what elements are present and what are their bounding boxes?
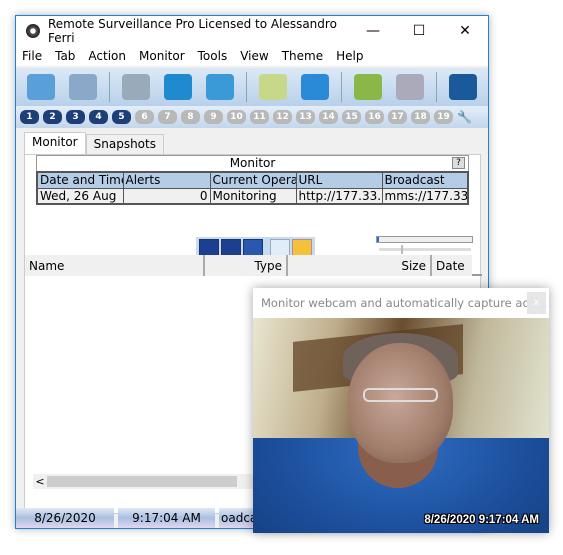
menu-tools[interactable]: Tools xyxy=(198,49,228,63)
close-button[interactable]: ✕ xyxy=(442,16,488,46)
help-button[interactable]: ? xyxy=(452,157,465,169)
webcam-popup: Monitor webcam and automatically capture… xyxy=(253,288,549,533)
menu-file[interactable]: File xyxy=(22,49,42,63)
col-size[interactable]: Size xyxy=(288,255,432,276)
col-name[interactable]: Name xyxy=(25,255,205,276)
cell-date: Wed, 26 Aug xyxy=(36,187,124,205)
toolbar-button[interactable] xyxy=(297,70,333,104)
app-icon xyxy=(26,24,40,38)
gears-icon xyxy=(396,74,424,100)
status-date: 8/26/2020 xyxy=(16,508,114,528)
monitor-number-4[interactable]: 4 xyxy=(89,110,108,124)
slider-thumb[interactable] xyxy=(401,245,403,254)
col-broadcast: Broadcast xyxy=(381,171,469,189)
monitor-number-18[interactable]: 18 xyxy=(411,110,430,124)
toolbar-separator xyxy=(246,72,247,102)
toolbar-button[interactable] xyxy=(445,70,481,104)
monitor-number-8[interactable]: 8 xyxy=(181,110,200,124)
monitor-number-5[interactable]: 5 xyxy=(112,110,131,124)
scroll-thumb[interactable] xyxy=(47,476,237,487)
monitor-number-1[interactable]: 1 xyxy=(20,110,39,124)
monitor-group: Monitor? Date and Time Alerts Current Oper… xyxy=(36,155,469,211)
toolbar-button[interactable] xyxy=(392,70,428,104)
toolbar-separator xyxy=(436,72,437,102)
monitor-number-11[interactable]: 11 xyxy=(250,110,269,124)
popup-close-button[interactable]: x xyxy=(527,292,546,314)
globe-upload-icon xyxy=(301,74,329,100)
toolbar xyxy=(16,68,488,106)
menu-view[interactable]: View xyxy=(240,49,268,63)
col-date[interactable]: Date xyxy=(432,255,472,276)
volume-slider[interactable] xyxy=(379,245,471,254)
toolbar-button[interactable] xyxy=(255,70,291,104)
inbox-icon xyxy=(27,74,55,100)
monitor-tab-numbers: 1 2 3 4 5 6 7 8 9 10 11 12 13 14 15 16 17 18 19 🔧 xyxy=(16,106,488,128)
scroll-left-button[interactable]: < xyxy=(33,475,47,488)
cell-operation: Monitoring xyxy=(209,187,297,205)
monitor-number-3[interactable]: 3 xyxy=(66,110,85,124)
monitor-number-17[interactable]: 17 xyxy=(388,110,407,124)
monitor-number-2[interactable]: 2 xyxy=(43,110,62,124)
monitor-table: Date and TimeAlertsCurrent OperationURLB… xyxy=(36,171,469,205)
toolbar-button[interactable] xyxy=(65,70,101,104)
cell-url: http://177.33. xyxy=(295,187,383,205)
toolbar-button[interactable] xyxy=(350,70,386,104)
col-url: URL xyxy=(295,171,383,189)
title-bar: Remote Surveillance Pro Licensed to Ales… xyxy=(16,16,488,46)
monitor-number-7[interactable]: 7 xyxy=(158,110,177,124)
col-operation: Current Operation xyxy=(209,171,297,189)
maximize-button[interactable]: ☐ xyxy=(396,16,442,46)
monitor-number-10[interactable]: 10 xyxy=(227,110,246,124)
webcam-image: 8/26/2020 9:17:04 AM xyxy=(253,318,549,533)
monitor-title: Monitor xyxy=(229,156,276,170)
webcam-icon xyxy=(206,74,234,100)
window-title: Remote Surveillance Pro Licensed to Ales… xyxy=(48,17,337,45)
popup-title: Monitor webcam and automatically capture… xyxy=(261,296,548,310)
monitor-number-16[interactable]: 16 xyxy=(365,110,384,124)
media-icon xyxy=(69,74,97,100)
mail-icon xyxy=(259,74,287,100)
toolbar-separator xyxy=(109,72,110,102)
monitor-number-9[interactable]: 9 xyxy=(204,110,223,124)
tab-monitor[interactable]: Monitor xyxy=(24,132,86,155)
book-icon xyxy=(354,74,382,100)
menu-help[interactable]: Help xyxy=(336,49,363,63)
menu-action[interactable]: Action xyxy=(88,49,126,63)
help-book-icon xyxy=(449,74,477,100)
menu-theme[interactable]: Theme xyxy=(282,49,323,63)
toolbar-separator xyxy=(341,72,342,102)
col-type[interactable]: Type xyxy=(205,255,288,276)
toolbar-button[interactable] xyxy=(202,70,238,104)
status-time: 9:17:04 AM xyxy=(118,508,215,528)
monitor-number-14[interactable]: 14 xyxy=(319,110,338,124)
menu-monitor[interactable]: Monitor xyxy=(139,49,185,63)
monitor-number-13[interactable]: 13 xyxy=(296,110,315,124)
monitor-number-6[interactable]: 6 xyxy=(135,110,154,124)
col-alerts: Alerts xyxy=(122,171,211,189)
tab-snapshots[interactable]: Snapshots xyxy=(85,134,164,154)
cell-broadcast: mms://177.33 xyxy=(381,187,469,205)
minimize-button[interactable]: — xyxy=(350,16,396,46)
camera-icon xyxy=(122,74,150,100)
menu-tab[interactable]: Tab xyxy=(55,49,75,63)
toolbar-button[interactable] xyxy=(160,70,196,104)
monitor-number-12[interactable]: 12 xyxy=(273,110,292,124)
toolbar-button[interactable] xyxy=(23,70,59,104)
progress-bar xyxy=(376,236,473,243)
file-list-header: Name Type Size Date xyxy=(25,255,482,276)
horizontal-scrollbar[interactable]: < xyxy=(33,474,263,489)
webcam-timestamp: 8/26/2020 9:17:04 AM xyxy=(424,514,539,526)
menu-bar: File Tab Action Monitor Tools View Theme Help xyxy=(16,46,488,66)
windows-icon xyxy=(164,74,192,100)
monitor-number-19[interactable]: 19 xyxy=(434,110,453,124)
settings-wrench-icon[interactable]: 🔧 xyxy=(457,110,472,124)
col-date: Date and Time xyxy=(36,171,124,189)
toolbar-button[interactable] xyxy=(118,70,154,104)
monitor-number-15[interactable]: 15 xyxy=(342,110,361,124)
cell-alerts: 0 xyxy=(122,187,211,205)
tab-strip: Monitor Snapshots xyxy=(24,132,164,155)
